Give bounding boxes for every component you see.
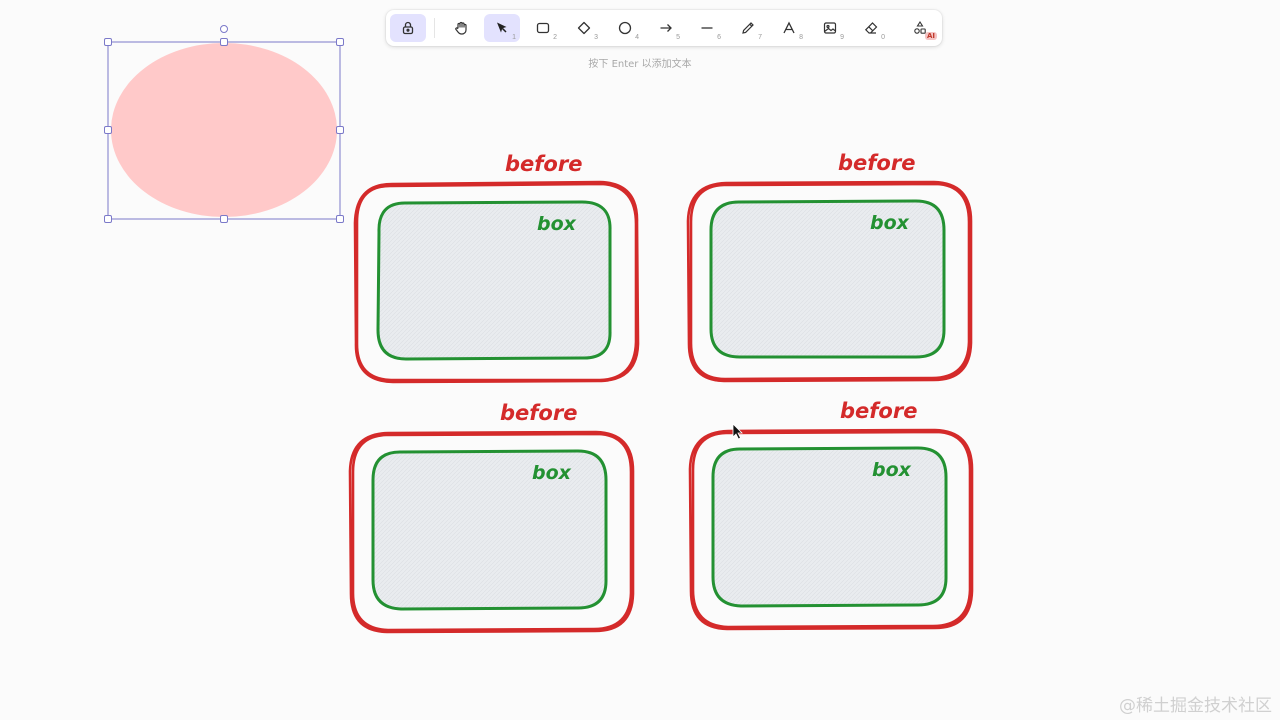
ai-badge: AI	[924, 32, 937, 40]
rectangle-icon	[536, 22, 550, 34]
resize-handle[interactable]	[220, 38, 228, 46]
resize-handle[interactable]	[336, 126, 344, 134]
shortcut-number: 5	[676, 34, 680, 41]
pencil-icon	[742, 22, 754, 34]
box-inner-rectangle[interactable]	[371, 449, 608, 611]
arrow-right-icon	[660, 24, 672, 32]
shortcut-number: 6	[717, 34, 721, 41]
shape-group-2[interactable]: before box	[686, 151, 973, 383]
box-inner-rectangle[interactable]	[709, 199, 946, 359]
drawing-canvas[interactable]: before box before box before box before …	[0, 0, 1280, 720]
resize-handle[interactable]	[336, 38, 344, 46]
before-label: before	[838, 151, 915, 175]
image-icon	[823, 22, 837, 34]
resize-handle[interactable]	[104, 126, 112, 134]
shortcut-number: 3	[594, 34, 598, 41]
before-label: before	[840, 399, 917, 423]
shortcut-number: 4	[635, 34, 639, 41]
eraser-tool-button[interactable]: 0	[853, 14, 889, 42]
mouse-cursor-icon	[732, 423, 743, 440]
pointer-arrow-icon	[497, 22, 507, 33]
ellipse-icon	[618, 21, 632, 35]
image-tool-button[interactable]: 9	[812, 14, 848, 42]
eraser-icon	[864, 22, 878, 34]
resize-handle[interactable]	[104, 38, 112, 46]
box-label: box	[537, 213, 577, 235]
before-label: before	[500, 401, 577, 425]
add-text-hint: 按下 Enter 以添加文本	[588, 59, 692, 70]
shortcut-number: 1	[512, 34, 516, 41]
diamond-icon	[577, 21, 591, 35]
resize-handle[interactable]	[336, 215, 344, 223]
line-icon	[701, 27, 713, 29]
box-label: box	[872, 459, 912, 481]
text-a-icon	[783, 21, 795, 34]
shape-group-4[interactable]: before box	[688, 399, 974, 631]
ellipse-tool-button[interactable]: 4	[607, 14, 643, 42]
diamond-tool-button[interactable]: 3	[566, 14, 602, 42]
text-tool-button[interactable]: 8	[771, 14, 807, 42]
hand-tool-button[interactable]	[443, 14, 479, 42]
shortcut-number: 7	[758, 34, 762, 41]
box-label: box	[870, 212, 910, 234]
draw-tool-button[interactable]: 7	[730, 14, 766, 42]
shape-group-3[interactable]: before box	[348, 401, 635, 634]
before-label: before	[505, 152, 582, 176]
box-label: box	[532, 462, 572, 484]
shortcut-number: 8	[799, 34, 803, 41]
toolbar: 1 2 3 4 5 6 7 8 9 0 AI	[386, 10, 942, 46]
shortcut-number: 0	[881, 34, 885, 41]
shortcut-number: 2	[553, 34, 557, 41]
rotate-handle[interactable]	[220, 25, 228, 33]
toolbar-divider	[434, 18, 435, 38]
shape-group-1[interactable]: before box	[353, 152, 640, 384]
lock-tool-button[interactable]	[390, 14, 426, 42]
more-tools-button[interactable]: AI	[902, 14, 938, 42]
rectangle-tool-button[interactable]: 2	[525, 14, 561, 42]
resize-handle[interactable]	[104, 215, 112, 223]
lock-icon	[402, 21, 414, 35]
arrow-tool-button[interactable]: 5	[648, 14, 684, 42]
select-tool-button[interactable]: 1	[484, 14, 520, 42]
line-tool-button[interactable]: 6	[689, 14, 725, 42]
watermark: @稀土掘金技术社区	[1119, 696, 1272, 716]
hand-icon	[455, 21, 467, 35]
resize-handle[interactable]	[220, 215, 228, 223]
shortcut-number: 9	[840, 34, 844, 41]
box-inner-rectangle[interactable]	[711, 446, 948, 608]
